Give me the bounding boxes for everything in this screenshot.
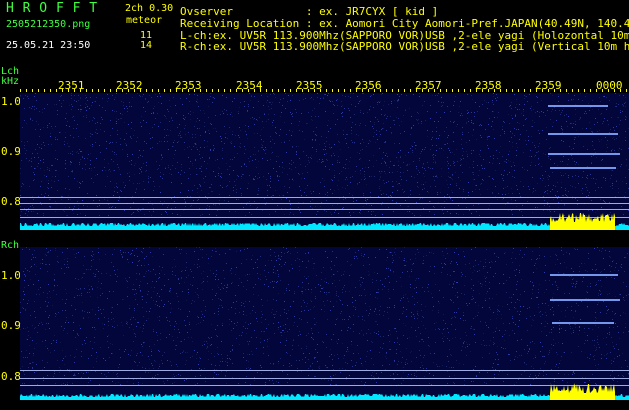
rch-spectrogram — [20, 247, 629, 400]
reference-line — [20, 217, 629, 218]
reference-line — [20, 209, 629, 210]
lch-spectrogram-canvas — [20, 93, 629, 230]
meteor-echo — [550, 299, 620, 301]
lch-y-tick-label: 0.9 — [1, 145, 21, 158]
meteor-echo — [552, 322, 614, 324]
reference-line — [20, 197, 629, 198]
meteor-label: meteor — [126, 15, 163, 26]
rch-meteor-count: 14 — [140, 40, 153, 51]
reference-line — [20, 378, 629, 379]
meteor-echo — [548, 105, 608, 107]
lch-y-tick-label: 1.0 — [1, 95, 21, 108]
reference-line — [20, 203, 629, 204]
reference-line — [20, 385, 629, 386]
meteor-echo — [550, 167, 616, 169]
frequency-unit-label: kHz — [1, 76, 20, 87]
lch-y-tick-label: 0.8 — [1, 195, 21, 208]
signal-peak-trace — [550, 213, 615, 230]
noise-field — [20, 247, 629, 386]
filename-label: 2505212350.png — [6, 19, 91, 30]
rch-info: R-ch:ex. UV5R 113.900Mhz(SAPPORO VOR)USB… — [180, 40, 629, 53]
signal-level-trace — [20, 394, 629, 400]
meteor-echo — [550, 274, 618, 276]
lch-spectrogram — [20, 93, 629, 230]
app-logo: H R O F F T — [6, 1, 98, 16]
version-label: 2ch 0.30 — [125, 3, 174, 14]
datetime-label: 25.05.21 23:50 — [6, 40, 91, 51]
observer-info: Ovserver : ex. JR7CYX [ kid ] — [180, 5, 439, 18]
reference-line — [20, 370, 629, 371]
rch-y-tick-label: 1.0 — [1, 269, 21, 282]
receiving-location-info: Receiving Location : ex. Aomori City Aom… — [180, 17, 629, 30]
signal-level-trace — [20, 223, 629, 230]
rch-y-tick-label: 0.9 — [1, 319, 21, 332]
rch-y-tick-label: 0.8 — [1, 370, 21, 383]
rch-label: Rch — [1, 240, 20, 251]
meteor-echo — [548, 133, 618, 135]
meteor-echo — [548, 153, 620, 155]
rch-spectrogram-canvas — [20, 247, 629, 400]
hroffft-screen: H R O F F T 2ch 0.30 2505212350.png mete… — [0, 0, 629, 410]
signal-peak-trace — [550, 384, 615, 400]
